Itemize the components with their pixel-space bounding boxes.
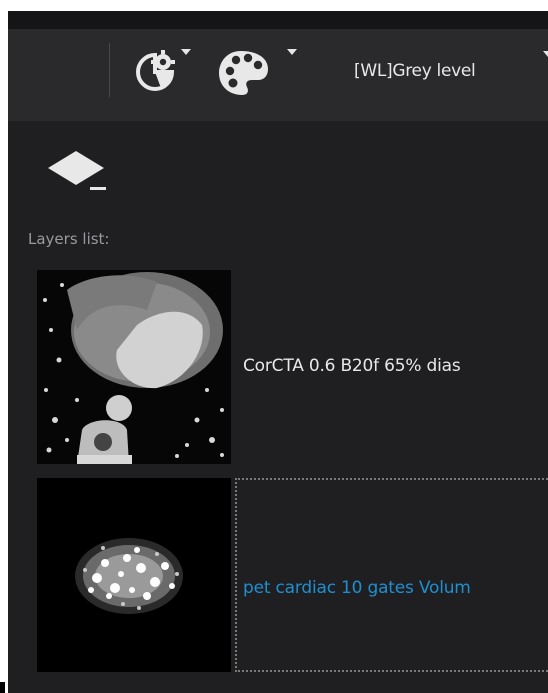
ct-scan-image bbox=[37, 270, 231, 464]
layers-list-title: Layers list: bbox=[28, 230, 110, 248]
layer-name[interactable]: CorCTA 0.6 B20f 65% dias bbox=[243, 356, 461, 376]
top-strip bbox=[8, 11, 548, 29]
toolbar: [WL]Grey level bbox=[8, 29, 548, 121]
pet-scan-image bbox=[37, 478, 231, 672]
colormap-settings-button[interactable] bbox=[128, 45, 192, 101]
layers-panel: [WL]Grey level Layers list: CorCTA 0.6 B… bbox=[8, 11, 548, 693]
palette-icon bbox=[219, 51, 268, 95]
mouse-cursor-fragment bbox=[0, 682, 5, 693]
window-level-preset-label[interactable]: [WL]Grey level bbox=[354, 61, 476, 81]
selection-outline bbox=[235, 478, 548, 672]
layer-stack-icon[interactable] bbox=[42, 149, 112, 197]
dropdown-caret-icon bbox=[181, 49, 191, 55]
layer-item-selected[interactable]: pet cardiac 10 gates Volum bbox=[8, 478, 548, 672]
palette-button[interactable] bbox=[216, 45, 297, 101]
layer-item[interactable]: CorCTA 0.6 B20f 65% dias bbox=[8, 270, 548, 464]
toolbar-separator bbox=[109, 43, 110, 97]
layer-thumbnail-ct bbox=[37, 270, 231, 464]
dropdown-caret-icon bbox=[287, 49, 297, 55]
layer-name-selected[interactable]: pet cardiac 10 gates Volum bbox=[243, 578, 471, 598]
layer-thumbnail-pet bbox=[37, 478, 231, 672]
dropdown-caret-icon[interactable] bbox=[543, 51, 548, 57]
